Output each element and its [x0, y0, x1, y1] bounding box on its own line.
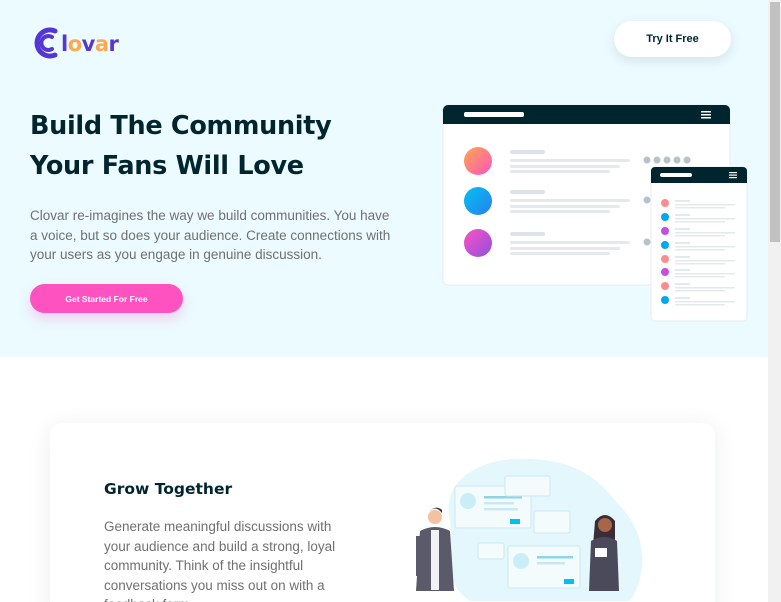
hero-section: lovar Try It Free Build The Community Yo… — [0, 0, 768, 357]
people-discussion-illustration — [416, 458, 643, 601]
get-started-button[interactable]: Get Started For Free — [30, 284, 183, 313]
hero-title: Build The Community Your Fans Will Love — [30, 106, 390, 186]
hero-title-line1: Build The Community — [30, 111, 332, 141]
app-mockup-illustration — [442, 104, 748, 322]
hero-description: Clovar re-imagines the way we build comm… — [30, 208, 391, 262]
feature-card-grow-together: Grow Together Generate meaningful discus… — [50, 423, 715, 602]
try-it-free-button[interactable]: Try It Free — [614, 21, 731, 57]
scrollbar-thumb[interactable] — [770, 2, 780, 242]
clovar-logo[interactable]: lovar — [33, 26, 143, 60]
logo-mark-icon — [34, 27, 58, 59]
feature-description: Generate meaningful discussions with you… — [104, 519, 336, 602]
hero-title-line2: Your Fans Will Love — [30, 151, 304, 181]
menu-icon — [701, 111, 711, 119]
feature-title: Grow Together — [104, 480, 233, 498]
man-figure — [416, 507, 454, 591]
svg-text:lovar: lovar — [61, 32, 120, 56]
